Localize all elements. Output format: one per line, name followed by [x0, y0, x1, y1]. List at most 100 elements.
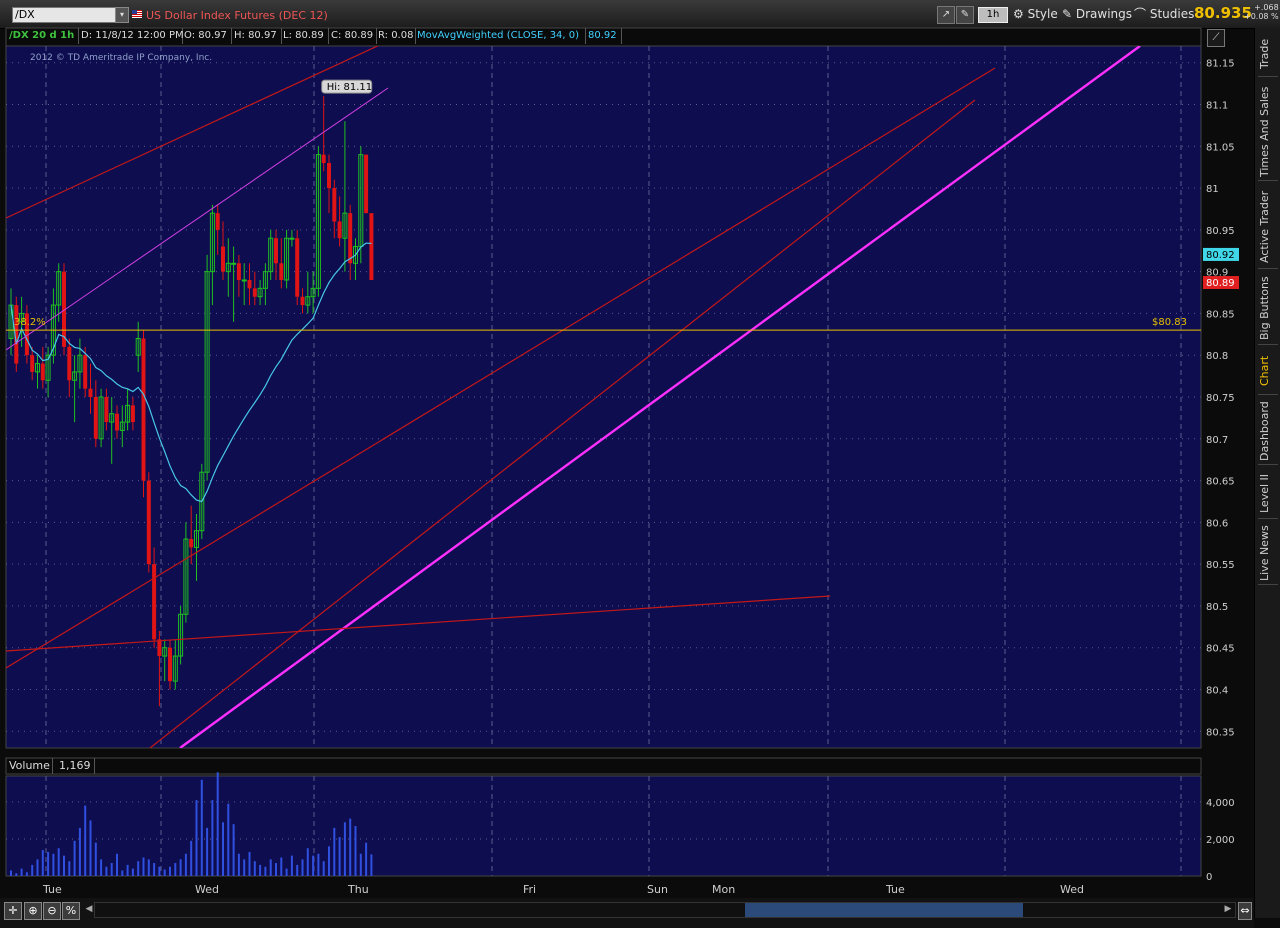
- candle-body-down: [327, 163, 331, 189]
- candle-body-down: [337, 221, 342, 239]
- legend-high: H: 80.97: [231, 28, 282, 44]
- candle-body-down: [168, 647, 172, 682]
- candle-body-down: [364, 154, 369, 214]
- tab-big-buttons[interactable]: Big Buttons: [1258, 272, 1278, 345]
- candle-body-up: [289, 237, 295, 240]
- candle-body-down: [332, 188, 337, 222]
- expand-time-axis-icon[interactable]: ⇔: [1238, 902, 1252, 920]
- x-tick-label: Sun: [647, 883, 668, 896]
- candle-body-down: [295, 238, 300, 297]
- x-tick-label: Fri: [523, 883, 536, 896]
- y-tick-label: 80.65: [1206, 477, 1235, 488]
- tab-chart[interactable]: Chart: [1258, 348, 1278, 395]
- candle-body-down: [115, 413, 119, 431]
- y-tick-label: 81.05: [1206, 142, 1235, 153]
- y-tick-label: 80.55: [1206, 560, 1235, 571]
- x-tick-label: Tue: [885, 883, 905, 896]
- x-tick-label: Wed: [1060, 883, 1084, 896]
- candle-body-down: [93, 397, 98, 439]
- price-chart[interactable]: 80.35 80.4 80.45 80.5 80.55 80.6 80.65 80.7 80.7…: [0, 0, 1254, 898]
- legend-study[interactable]: MovAvgWeighted (CLOSE, 34, 0): [414, 28, 586, 44]
- y-tick-label: 80.45: [1206, 644, 1235, 655]
- x-tick-label: Thu: [347, 883, 369, 896]
- candle-body-down: [67, 346, 72, 381]
- y-tick-label: 80.6: [1206, 518, 1228, 529]
- candle-body-down: [30, 355, 35, 372]
- price-panel: [5, 45, 1202, 749]
- candle-body-down: [252, 288, 257, 297]
- copyright-notice: 2012 © TD Ameritrade IP Company, Inc.: [30, 53, 213, 63]
- volume-tick-label: 2,000: [1206, 835, 1235, 846]
- candle-body-down: [215, 213, 220, 230]
- y-tick-label: 81.15: [1206, 59, 1235, 70]
- candle-body-down: [40, 363, 45, 381]
- chart-settings-icon[interactable]: ⟋: [1207, 29, 1225, 47]
- candle-body-down: [247, 280, 252, 289]
- candle-body-down: [83, 355, 88, 389]
- legend-study-value: 80.92: [585, 28, 622, 44]
- legend-low: L: 80.89: [280, 28, 329, 44]
- candle-body-down: [130, 405, 135, 423]
- candle-body-down: [348, 213, 353, 264]
- candle-body-down: [152, 564, 157, 640]
- candle-body-down: [274, 238, 278, 264]
- scroll-left-icon[interactable]: ◀: [84, 902, 94, 916]
- candle-body-up: [241, 279, 247, 282]
- y-tick-label: 80.85: [1206, 309, 1235, 320]
- x-tick-label: Wed: [195, 883, 219, 896]
- zoom-in-icon[interactable]: ⊕: [24, 902, 42, 920]
- level-price-label: $80.83: [1152, 317, 1187, 328]
- price-badge-label: 80.89: [1206, 278, 1235, 289]
- legend-close: C: 80.89: [328, 28, 377, 44]
- y-tick-label: 80.95: [1206, 226, 1235, 237]
- fibonacci-label: 38.2%: [14, 317, 46, 328]
- candle-body-down: [88, 388, 93, 397]
- y-tick-label: 80.7: [1206, 435, 1228, 446]
- pan-icon[interactable]: ✛: [4, 902, 22, 920]
- y-tick-label: 81: [1206, 184, 1219, 195]
- legend-open: O: 80.97: [181, 28, 232, 44]
- time-scrollbar[interactable]: [94, 902, 1236, 918]
- tab-active-trader[interactable]: Active Trader: [1258, 186, 1278, 269]
- tab-times-and-sales[interactable]: Times And Sales: [1258, 84, 1278, 181]
- candle-body-down: [369, 213, 374, 280]
- candle-body-up: [231, 262, 237, 265]
- y-tick-label: 80.4: [1206, 686, 1228, 697]
- zoom-out-icon[interactable]: ⊖: [43, 902, 61, 920]
- candle-body-down: [141, 338, 146, 481]
- y-tick-label: 80.35: [1206, 727, 1235, 738]
- high-label: Hi: 81.11: [327, 82, 372, 93]
- tab-trade[interactable]: Trade: [1258, 32, 1278, 77]
- scrollbar-thumb[interactable]: [745, 903, 1023, 917]
- y-tick-label: 80.75: [1206, 393, 1235, 404]
- candle-body-down: [321, 154, 326, 163]
- x-tick-label: Tue: [42, 883, 62, 896]
- percent-scale-icon[interactable]: %: [62, 902, 80, 920]
- volume-header: [5, 757, 1202, 775]
- volume-value: 1,169: [56, 758, 95, 774]
- candle-body-down: [221, 246, 225, 272]
- legend-range: R: 0.08: [375, 28, 416, 44]
- tab-level-ii[interactable]: Level II: [1258, 468, 1278, 519]
- chart-bottom-bar: ✛ ⊕ ⊖ % ◀ ▶ ⇔: [0, 898, 1254, 928]
- y-tick-label: 80.5: [1206, 602, 1228, 613]
- scroll-right-icon[interactable]: ▶: [1223, 902, 1233, 916]
- y-tick-label: 81.1: [1206, 101, 1228, 112]
- volume-tick-label: 4,000: [1206, 798, 1235, 809]
- x-tick-label: Mon: [712, 883, 735, 896]
- candle-body-down: [236, 263, 241, 280]
- candle-body-down: [300, 296, 305, 306]
- candle-body-down: [279, 263, 284, 280]
- candle-body-down: [146, 480, 151, 565]
- price-badge-label: 80.92: [1206, 250, 1235, 261]
- candle-body-down: [189, 539, 194, 548]
- candle-body-down: [104, 397, 109, 423]
- volume-tick-label: 0: [1206, 872, 1212, 883]
- candle-body-down: [157, 639, 162, 657]
- volume-label: Volume: [6, 758, 53, 774]
- tab-dashboard[interactable]: Dashboard: [1258, 398, 1278, 465]
- legend-date: D: 11/8/12 12:00 PM: [78, 28, 184, 44]
- right-side-panel: Trade Times And Sales Active Trader Big …: [1254, 28, 1280, 918]
- tab-live-news[interactable]: Live News: [1258, 522, 1278, 585]
- legend-symbol: /DX 20 d 1h: [6, 28, 79, 44]
